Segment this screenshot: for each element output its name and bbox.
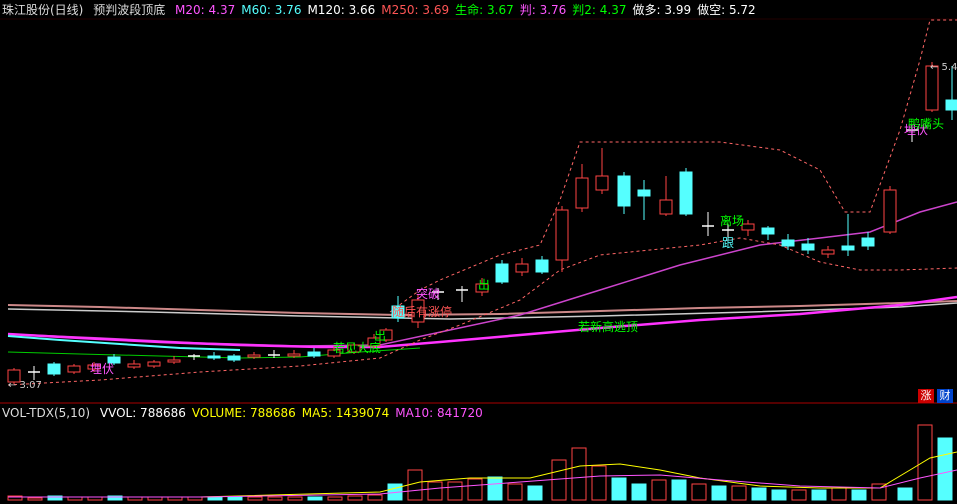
volume-bar xyxy=(487,476,503,501)
candle-body xyxy=(821,249,835,255)
candle-body xyxy=(227,355,241,361)
finance-tag[interactable]: 财 xyxy=(937,389,953,403)
volume-bar xyxy=(651,479,667,501)
volume-bar xyxy=(347,495,363,501)
candle-body xyxy=(861,237,875,247)
candle-body xyxy=(207,355,221,359)
annotation-label: 出 xyxy=(374,329,386,343)
volume-bar xyxy=(507,483,523,501)
volume-bar xyxy=(247,496,263,501)
decision-line xyxy=(7,295,957,349)
volume-bar xyxy=(27,497,43,501)
candle-body xyxy=(679,171,693,215)
volume-bar xyxy=(227,496,243,501)
candle-body xyxy=(127,363,141,368)
volume-bar xyxy=(527,485,543,501)
volume-bar xyxy=(551,459,567,501)
annotation-label: 鸭嘴头 xyxy=(908,117,944,131)
candle-body xyxy=(761,227,775,235)
chart-canvas[interactable]: ← 3.07← 5.4埋伏若见大底出突破随后有涨停出若新高逃顶离场跟埋伏鸭嘴头 xyxy=(0,0,957,504)
candle-body xyxy=(617,175,631,207)
high-price-label: ← 5.4 xyxy=(930,62,957,73)
volume-bar xyxy=(897,487,913,501)
annotation-label: 出 xyxy=(478,278,490,292)
candle-body xyxy=(67,365,81,373)
annotation-label: 随后有涨停 xyxy=(392,304,452,319)
volume-bar xyxy=(771,489,787,501)
volume-bar xyxy=(871,483,887,501)
volume-bar xyxy=(467,478,483,501)
candle-body xyxy=(841,245,855,251)
candle-body xyxy=(945,99,957,111)
candle-body xyxy=(575,177,589,209)
annotation-label: 埋伏 xyxy=(90,362,114,376)
candle-body xyxy=(637,189,651,197)
candle-body xyxy=(535,259,549,273)
volume-bar xyxy=(831,487,847,501)
volume-bar xyxy=(671,479,687,501)
volume-bar xyxy=(811,489,827,501)
volume-bar xyxy=(731,485,747,501)
candle-body xyxy=(307,351,321,357)
stock-chart-window[interactable]: 珠江股份(日线) 预判波段顶底 M20: 4.37 M60: 3.76 M120: … xyxy=(0,0,957,504)
candle-body xyxy=(147,361,161,367)
volume-bar xyxy=(591,465,607,501)
volume-bar xyxy=(267,496,283,501)
volume-bar xyxy=(447,481,463,501)
volume-bar xyxy=(917,424,933,501)
candle-body xyxy=(515,263,529,273)
volume-bar xyxy=(851,489,867,501)
candle-body xyxy=(555,209,569,261)
volume-bar xyxy=(367,494,383,501)
annotation-label: 跟 xyxy=(722,236,734,250)
volume-bar xyxy=(307,496,323,501)
volume-bar xyxy=(427,481,443,501)
candle-body xyxy=(801,243,815,251)
volume-bar xyxy=(751,487,767,501)
annotation-label: 若新高逃顶 xyxy=(578,319,638,334)
volume-bar xyxy=(287,496,303,501)
volume-bar xyxy=(207,496,223,501)
volume-bar xyxy=(937,437,953,501)
candle-body xyxy=(781,239,795,247)
candle-body xyxy=(247,354,261,358)
low-price-label: ← 3.07 xyxy=(8,380,42,391)
candle-body xyxy=(595,175,609,191)
candle-body xyxy=(495,263,509,283)
volume-bar xyxy=(691,483,707,501)
volume-bar xyxy=(791,489,807,501)
m20-line xyxy=(7,201,957,347)
candle-body xyxy=(287,353,301,357)
candle-body xyxy=(47,363,61,375)
volume-bar xyxy=(407,469,423,501)
volume-bar xyxy=(327,496,343,501)
candle-body xyxy=(883,189,897,233)
volume-bar xyxy=(571,447,587,501)
annotation-label: 突破 xyxy=(416,286,440,301)
candle-body xyxy=(659,199,673,215)
limit-up-tag[interactable]: 涨 xyxy=(918,389,934,403)
upper-band xyxy=(389,19,957,313)
annotation-label: 离场 xyxy=(720,213,744,228)
volume-bar xyxy=(611,477,627,501)
candle-body xyxy=(167,359,181,363)
volume-bar xyxy=(711,485,727,501)
volume-bar xyxy=(631,483,647,501)
